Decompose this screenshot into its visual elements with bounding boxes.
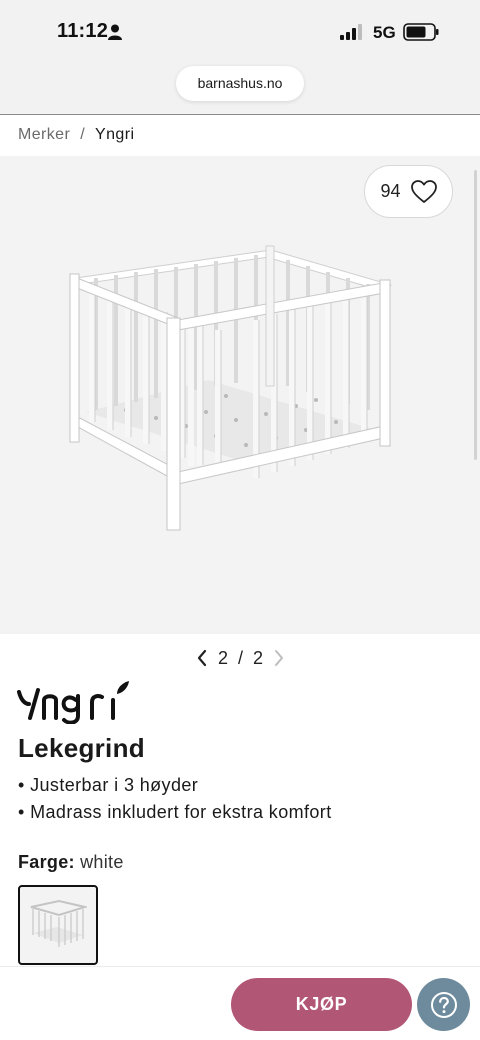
feature-item: Justerbar i 3 høyder xyxy=(18,772,332,799)
chevron-left-icon[interactable] xyxy=(196,649,208,667)
help-button[interactable] xyxy=(417,978,470,1031)
color-selector-label: Farge: white xyxy=(18,852,124,873)
color-swatch-white[interactable] xyxy=(18,885,98,965)
feature-item: Madrass inkludert for ekstra komfort xyxy=(18,799,332,826)
playpen-image xyxy=(69,245,392,531)
favorite-count: 94 xyxy=(380,181,401,201)
pager-current: 2 xyxy=(218,647,229,668)
browser-chrome: 11:12 5G barnashus.no xyxy=(0,0,480,115)
breadcrumb-separator: / xyxy=(80,126,86,143)
chevron-right-icon[interactable] xyxy=(273,649,285,667)
swatch-thumbnail xyxy=(30,899,87,947)
color-label: Farge: xyxy=(18,852,75,872)
status-time: 11:12 xyxy=(57,20,109,42)
signal-icon xyxy=(340,24,362,40)
favorite-button[interactable]: 94 xyxy=(364,165,453,218)
feature-list: Justerbar i 3 høyder Madrass inkludert f… xyxy=(18,772,332,826)
breadcrumb: Merker / Yngri xyxy=(18,126,134,144)
scrollbar[interactable] xyxy=(474,170,477,460)
heart-icon xyxy=(410,179,437,203)
color-value: white xyxy=(80,852,124,872)
product-title: Lekegrind xyxy=(18,733,145,763)
pager-separator: / xyxy=(238,647,244,668)
breadcrumb-item-merker[interactable]: Merker xyxy=(18,126,70,144)
pager-total: 2 xyxy=(253,647,264,668)
brand-logo[interactable] xyxy=(16,678,140,724)
network-label: 5G xyxy=(373,23,396,42)
breadcrumb-item-yngri[interactable]: Yngri xyxy=(95,126,134,144)
url-bar[interactable]: barnashus.no xyxy=(176,66,304,101)
buy-button[interactable]: KJØP xyxy=(231,978,412,1031)
image-pager: 2 / 2 xyxy=(196,646,285,670)
person-icon xyxy=(108,24,122,40)
question-icon xyxy=(430,991,457,1018)
battery-icon xyxy=(403,23,439,41)
